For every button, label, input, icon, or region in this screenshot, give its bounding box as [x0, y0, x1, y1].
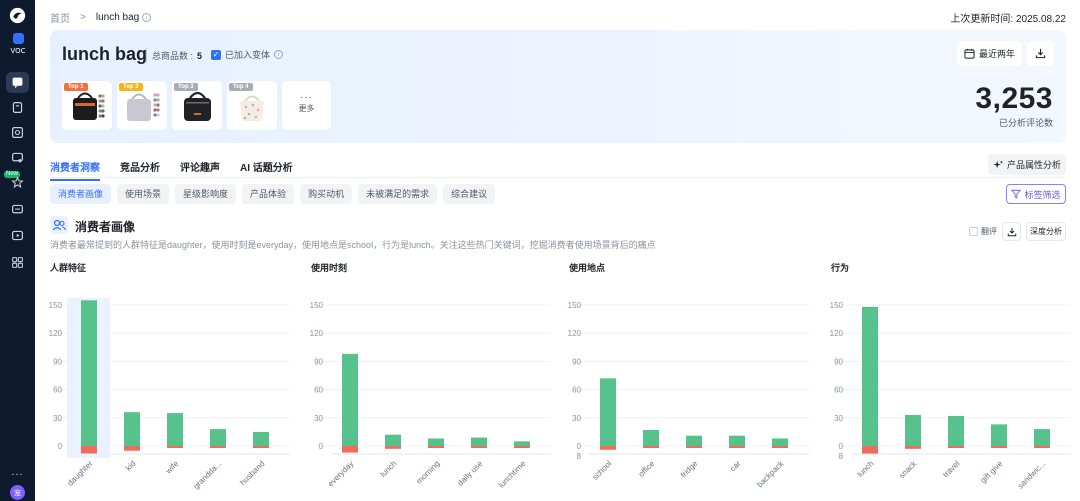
- x-tick-label: travel: [941, 459, 961, 479]
- x-tick-label: backpack: [755, 458, 786, 489]
- y-tick-label: 150: [310, 301, 324, 310]
- bar-negative: [167, 446, 183, 448]
- bar-positive: [686, 435, 702, 446]
- bar-positive: [862, 306, 878, 446]
- y-tick-label: 120: [568, 329, 582, 338]
- y-tick-label: 30: [572, 414, 581, 423]
- bar-negative: [124, 446, 140, 451]
- chart-title: 使用地点: [568, 262, 605, 273]
- x-tick-label: office: [637, 459, 657, 479]
- bar-positive: [342, 353, 358, 446]
- x-tick-label: fridge: [679, 459, 700, 480]
- bar-negative: [253, 446, 269, 448]
- x-tick-label: daily use: [456, 459, 485, 488]
- bar-positive: [471, 437, 487, 446]
- y-tick-label: 120: [310, 329, 324, 338]
- bar-negative: [471, 446, 487, 448]
- bar-positive: [253, 431, 269, 446]
- bar-negative: [210, 446, 226, 448]
- y-tick-label: 90: [572, 357, 581, 366]
- bar-positive: [428, 438, 444, 446]
- bar-negative: [862, 446, 878, 454]
- y-tick-label: 150: [830, 301, 844, 310]
- y-tick-label: 0: [839, 442, 844, 451]
- x-tick-label: sandwic...: [1016, 459, 1048, 491]
- bar-positive: [1034, 429, 1050, 446]
- y-tick-label: 90: [834, 357, 843, 366]
- y-tick-label: 8: [577, 452, 582, 461]
- bar-negative: [772, 446, 788, 448]
- bar-positive: [729, 435, 745, 446]
- x-tick-label: kid: [124, 459, 138, 473]
- y-tick-label: 90: [53, 357, 62, 366]
- bar-positive: [948, 415, 964, 446]
- bar-positive: [905, 414, 921, 446]
- y-tick-label: 150: [49, 301, 63, 310]
- x-tick-label: gift give: [979, 459, 1005, 485]
- y-tick-label: 0: [58, 442, 63, 451]
- y-tick-label: 60: [834, 386, 843, 395]
- x-tick-label: snack: [897, 458, 919, 480]
- consumer-profile-charts: 人群特征1501209060300daughter kid wife grandda.…: [49, 262, 1071, 491]
- bar-positive: [385, 434, 401, 446]
- x-tick-label: school: [591, 459, 614, 482]
- y-tick-label: 8: [839, 452, 844, 461]
- bar-negative: [81, 446, 97, 454]
- bar-negative: [600, 446, 616, 450]
- x-tick-label: morning: [415, 459, 442, 486]
- x-tick-label: lunch: [856, 459, 876, 479]
- x-tick-label: everyday: [326, 459, 355, 488]
- chart-title: 人群特征: [49, 262, 86, 273]
- bar-positive: [124, 412, 140, 446]
- bar-positive: [167, 413, 183, 446]
- y-tick-label: 0: [577, 442, 582, 451]
- y-tick-label: 30: [314, 414, 323, 423]
- bar-negative: [342, 446, 358, 453]
- bar-positive: [81, 300, 97, 446]
- bar-negative: [729, 446, 745, 448]
- bar-negative: [643, 446, 659, 448]
- x-tick-label: lunch: [379, 459, 399, 479]
- y-tick-label: 60: [53, 386, 62, 395]
- bar-positive: [991, 424, 1007, 446]
- x-tick-label: grandda...: [192, 459, 224, 491]
- y-tick-label: 30: [53, 414, 62, 423]
- y-tick-label: 150: [568, 301, 582, 310]
- bar-positive: [643, 430, 659, 446]
- y-tick-label: 120: [830, 329, 844, 338]
- bar-negative: [428, 446, 444, 448]
- bar-negative: [385, 446, 401, 449]
- bar-positive: [210, 429, 226, 446]
- y-tick-label: 90: [314, 357, 323, 366]
- bar-negative: [1034, 446, 1050, 448]
- y-tick-label: 0: [319, 442, 324, 451]
- bar-negative: [686, 446, 702, 448]
- bar-negative: [948, 446, 964, 448]
- bar-positive: [772, 438, 788, 446]
- chart-title: 行为: [830, 262, 849, 273]
- x-tick-label: daughter: [66, 459, 95, 488]
- y-tick-label: 120: [49, 329, 63, 338]
- bar-negative: [514, 446, 530, 448]
- x-tick-label: car: [728, 459, 742, 473]
- y-tick-label: 30: [834, 414, 843, 423]
- chart-title: 使用时刻: [310, 262, 347, 273]
- bar-positive: [600, 378, 616, 446]
- x-tick-label: husband: [238, 459, 266, 487]
- bar-negative: [905, 446, 921, 449]
- bar-negative: [991, 446, 1007, 448]
- x-tick-label: lunchtime: [497, 459, 528, 490]
- y-tick-label: 60: [314, 386, 323, 395]
- x-tick-label: wife: [163, 459, 181, 477]
- bar-positive: [514, 441, 530, 446]
- y-tick-label: 60: [572, 386, 581, 395]
